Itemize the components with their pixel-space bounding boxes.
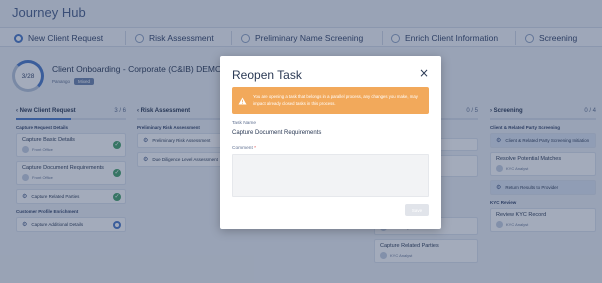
save-button[interactable]: Save	[405, 204, 429, 216]
warning-banner: You are opening a task that belongs in a…	[232, 87, 429, 114]
dialog-title: Reopen Task	[232, 68, 302, 82]
warning-text: You are opening a task that belongs in a…	[253, 94, 418, 106]
required-marker: *	[254, 146, 257, 151]
comment-label-text: Comment	[232, 146, 253, 151]
comment-textarea[interactable]	[232, 154, 429, 197]
task-name-label: Task Name	[232, 121, 256, 126]
task-name-value: Capture Document Requirements	[232, 130, 322, 136]
comment-label: Comment *	[232, 146, 256, 151]
warning-icon	[238, 97, 247, 104]
reopen-task-dialog: Reopen Task × You are opening a task tha…	[220, 56, 441, 229]
close-icon[interactable]: ×	[418, 66, 430, 80]
